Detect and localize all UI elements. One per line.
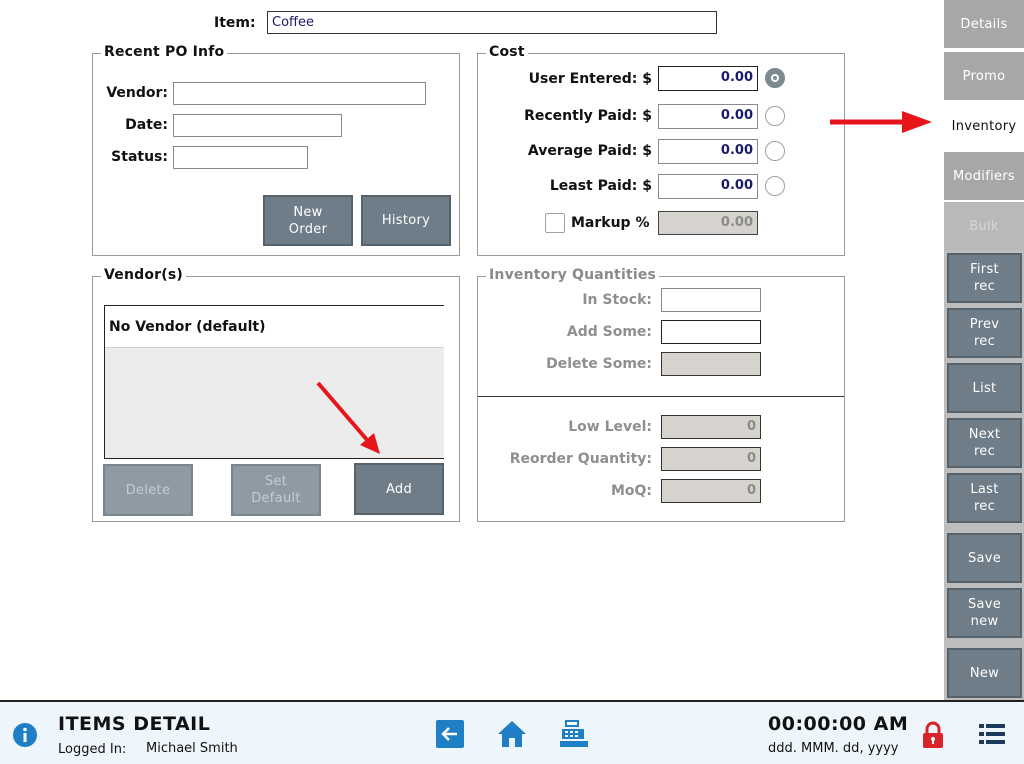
inventory-divider xyxy=(478,396,844,397)
set-default-label-1: Set xyxy=(264,474,288,489)
cash-register-icon[interactable] xyxy=(559,718,589,748)
annotation-arrow-add xyxy=(316,381,380,454)
reorder-quantity-field[interactable]: 0 xyxy=(661,447,761,471)
average-paid-field[interactable]: 0.00 xyxy=(658,139,758,164)
last-record-label-2: rec xyxy=(973,499,996,514)
recently-paid-label: Recently Paid: $ xyxy=(524,108,652,124)
back-arrow-icon[interactable] xyxy=(436,720,464,748)
reorder-quantity-label: Reorder Quantity: xyxy=(509,451,652,467)
markup-checkbox[interactable] xyxy=(545,213,565,233)
history-button[interactable]: History xyxy=(361,195,451,246)
moq-field[interactable]: 0 xyxy=(661,479,761,503)
next-record-label-1: Next xyxy=(968,427,1001,442)
in-stock-field[interactable] xyxy=(661,288,761,312)
tab-promo[interactable]: Promo xyxy=(944,52,1024,100)
least-paid-radio[interactable] xyxy=(765,176,785,196)
item-field[interactable]: Coffee xyxy=(267,11,717,34)
save-new-label-2: new xyxy=(970,614,999,629)
vendors-title: Vendor(s) xyxy=(101,267,187,283)
user-entered-radio[interactable] xyxy=(765,68,785,88)
home-icon[interactable] xyxy=(497,719,527,749)
delete-some-label: Delete Some: xyxy=(546,356,652,372)
save-new-label-1: Save xyxy=(967,597,1002,612)
status-label: Status: xyxy=(111,149,168,165)
markup-field: 0.00 xyxy=(658,211,758,235)
first-record-button[interactable]: First rec xyxy=(947,253,1022,303)
add-some-field[interactable] xyxy=(661,320,761,344)
prev-record-button[interactable]: Prev rec xyxy=(947,308,1022,358)
markup-label: Markup % xyxy=(571,215,650,231)
set-default-button[interactable]: Set Default xyxy=(231,464,321,516)
add-some-label: Add Some: xyxy=(566,324,652,340)
prev-record-label-1: Prev xyxy=(969,317,1000,332)
logged-in-label: Logged In: xyxy=(58,742,127,757)
menu-list-icon[interactable] xyxy=(979,723,1005,745)
recently-paid-field[interactable]: 0.00 xyxy=(658,104,758,129)
low-level-field[interactable]: 0 xyxy=(661,415,761,439)
last-record-label-1: Last xyxy=(970,482,999,497)
clock: 00:00:00 AM xyxy=(768,713,909,735)
po-date-field[interactable] xyxy=(173,114,342,137)
new-order-button[interactable]: New Order xyxy=(263,195,353,246)
first-record-label-1: First xyxy=(970,262,999,277)
annotation-arrow-inventory xyxy=(830,111,932,133)
list-button[interactable]: List xyxy=(947,363,1022,413)
bottom-bar: ITEMS DETAIL Logged In: Michael Smith 00… xyxy=(0,700,1024,764)
delete-vendor-button[interactable]: Delete xyxy=(103,464,193,516)
new-order-label-1: New xyxy=(293,204,323,220)
least-paid-field[interactable]: 0.00 xyxy=(658,174,758,199)
next-record-button[interactable]: Next rec xyxy=(947,418,1022,468)
vendor-label: Vendor: xyxy=(106,85,168,101)
next-record-label-2: rec xyxy=(973,444,996,459)
item-label: Item: xyxy=(214,15,256,31)
tab-inventory[interactable]: Inventory xyxy=(944,102,1024,150)
screen-title: ITEMS DETAIL xyxy=(58,713,211,735)
new-button[interactable]: New xyxy=(947,648,1022,698)
date: ddd. MMM. dd, yyyy xyxy=(768,741,899,756)
logged-in-user: Michael Smith xyxy=(146,741,238,756)
in-stock-label: In Stock: xyxy=(582,292,652,308)
recently-paid-radio[interactable] xyxy=(765,106,785,126)
date-label: Date: xyxy=(125,117,168,133)
vendor-list[interactable]: No Vendor (default) xyxy=(104,305,444,459)
first-record-label-2: rec xyxy=(973,279,996,294)
tab-details[interactable]: Details xyxy=(944,0,1024,48)
least-paid-label: Least Paid: $ xyxy=(549,178,652,194)
lock-icon[interactable] xyxy=(922,721,944,749)
po-status-field[interactable] xyxy=(173,146,308,169)
cost-title: Cost xyxy=(486,44,528,60)
last-record-button[interactable]: Last rec xyxy=(947,473,1022,523)
tab-bulk[interactable]: Bulk xyxy=(944,202,1024,250)
user-entered-field[interactable]: 0.00 xyxy=(658,66,758,91)
recent-po-title: Recent PO Info xyxy=(101,44,228,60)
save-button[interactable]: Save xyxy=(947,533,1022,583)
prev-record-label-2: rec xyxy=(973,334,996,349)
delete-some-field xyxy=(661,352,761,376)
po-vendor-field[interactable] xyxy=(173,82,426,105)
add-vendor-button[interactable]: Add xyxy=(354,463,444,515)
tab-modifiers[interactable]: Modifiers xyxy=(944,152,1024,200)
average-paid-radio[interactable] xyxy=(765,141,785,161)
low-level-label: Low Level: xyxy=(568,419,652,435)
user-entered-label: User Entered: $ xyxy=(528,71,652,87)
info-icon[interactable] xyxy=(12,722,38,748)
inventory-title: Inventory Quantities xyxy=(486,267,660,283)
average-paid-label: Average Paid: $ xyxy=(527,143,652,159)
new-order-label-2: Order xyxy=(288,221,328,237)
list-item[interactable]: No Vendor (default) xyxy=(105,306,444,348)
save-new-button[interactable]: Save new xyxy=(947,588,1022,638)
set-default-label-2: Default xyxy=(251,491,301,506)
moq-label: MoQ: xyxy=(610,483,652,499)
